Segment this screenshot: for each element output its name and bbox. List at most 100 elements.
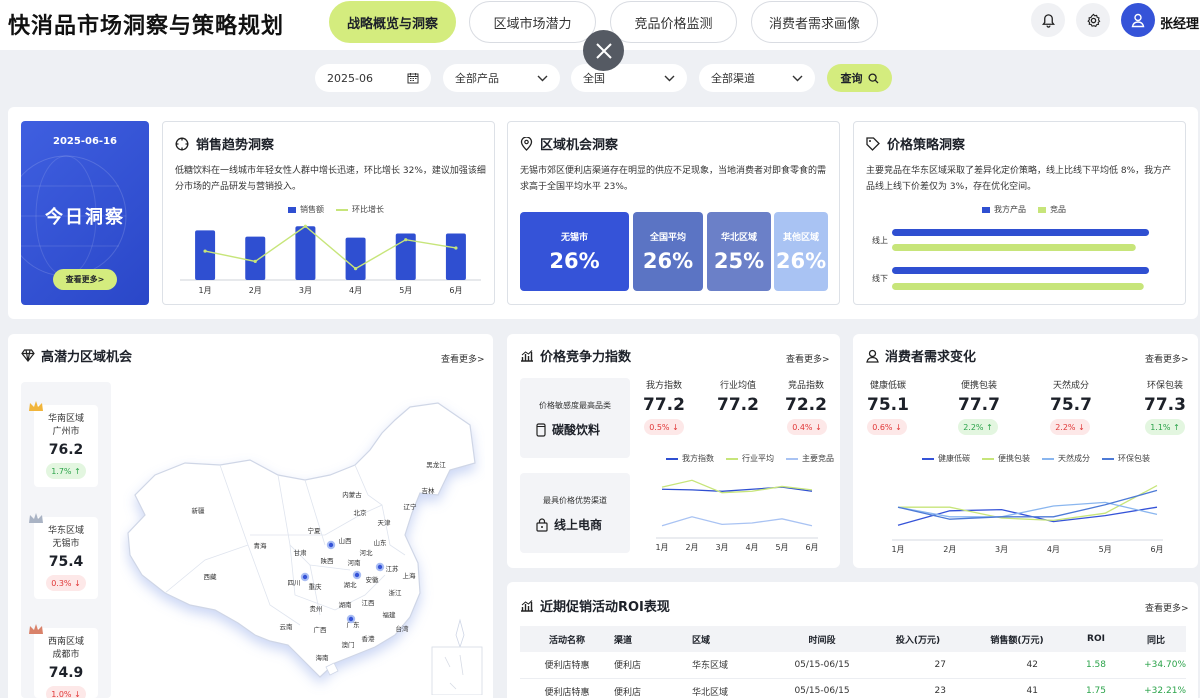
map-province-label: 浙江 <box>389 588 403 597</box>
map-province-label: 山东 <box>374 538 388 547</box>
x-tick-label: 3月 <box>715 543 728 552</box>
app-title: 快消品市场洞察与策略规划 <box>8 14 285 39</box>
map-province-label: 北京 <box>354 508 368 517</box>
location-pin-icon <box>520 136 533 151</box>
high-potential-more-link[interactable]: 查看更多> <box>441 352 485 365</box>
product-select[interactable]: 全部产品 <box>443 64 560 92</box>
chevron-down-icon <box>664 75 675 81</box>
gear-icon <box>1086 13 1100 27</box>
user-icon <box>866 349 879 363</box>
settings-button[interactable] <box>1076 3 1110 37</box>
x-tick-label: 3月 <box>995 545 1008 554</box>
x-tick-label: 3月 <box>299 286 312 295</box>
table-row[interactable]: 便利店特惠 便利店 华东区域 05/15-06/15 27 42 1.58 +3… <box>520 652 1186 679</box>
chevron-down-icon <box>537 75 548 81</box>
sales-trend-card: 销售趋势洞察 低糖饮料在一线城市年轻女性人群中增长迅速，环比增长 32%，建议加… <box>162 121 495 305</box>
user-icon <box>1131 13 1145 28</box>
cell-channel: 便利店 <box>614 652 692 679</box>
rank-score: 75.4 <box>48 554 84 570</box>
region-opportunity-desc: 无锡市郊区便利店渠道存在明显的供应不足现象，当地消费者对即食零食的需求高于全国平… <box>520 166 827 192</box>
sensitive-category-value: 碳酸饮料 <box>536 421 600 438</box>
x-tick-label: 2月 <box>249 286 262 295</box>
today-insight-card: 2025-06-16 今日洞察 查看更多> <box>21 121 149 305</box>
consumer-more-link[interactable]: 查看更多> <box>1145 352 1189 365</box>
query-button[interactable]: 查询 <box>827 64 892 92</box>
roi-more-link[interactable]: 查看更多> <box>1145 601 1189 614</box>
rank-region: 西南区域 <box>47 637 84 647</box>
rank-card-chengdu[interactable]: 西南区域 成都市 74.9 1.0% ↓ <box>29 624 98 698</box>
china-map[interactable]: 黑龙江吉林 内蒙古辽宁北京天津 新疆山西 山东 宁夏河北 青海甘肃陕西 河南江苏上海 西藏四川… <box>120 395 485 695</box>
search-icon <box>867 72 878 83</box>
cell-roi: 1.58 <box>1066 652 1126 679</box>
map-province-label: 新疆 <box>192 506 206 515</box>
rank-region: 华东区域 <box>47 526 84 536</box>
column-header: 区域 <box>692 626 776 652</box>
stat-box-national: 全国平均 26% <box>633 212 703 291</box>
map-province-label: 贵州 <box>310 604 323 613</box>
avatar[interactable] <box>1121 3 1155 37</box>
region-opportunity-title-text: 区域机会洞察 <box>540 138 619 153</box>
x-tick-label: 5月 <box>1099 545 1112 554</box>
rank-card-wuxi[interactable]: 华东区域 无锡市 75.4 0.3% ↓ <box>29 513 98 599</box>
stat-box-north: 华北区域 25% <box>707 212 771 291</box>
x-tick-label: 6月 <box>1150 545 1163 554</box>
x-tick-label: 2月 <box>943 545 956 554</box>
map-province-label: 青海 <box>254 541 268 550</box>
map-province-label: 上海 <box>403 571 417 580</box>
price-bar <box>892 244 1136 251</box>
map-province-label: 云南 <box>280 622 294 631</box>
x-tick-label: 1月 <box>199 286 212 295</box>
product-value: 全部产品 <box>455 72 499 85</box>
sensitive-category-box: 价格敏感度最高品类 碳酸饮料 <box>520 378 630 458</box>
column-header: ROI <box>1066 626 1126 652</box>
tab-consumer-profile[interactable]: 消费者需求画像 <box>751 1 878 43</box>
roi-title: 近期促销活动ROI表现 <box>520 596 670 615</box>
cell-activity: 便利店特惠 <box>520 678 614 698</box>
map-province-label: 内蒙古 <box>342 490 362 499</box>
x-tick-label: 5月 <box>399 286 412 295</box>
price-metric-value: 72.2 <box>785 395 827 415</box>
map-province-label: 湖南 <box>339 600 353 609</box>
price-index-more-link[interactable]: 查看更多> <box>786 352 830 365</box>
map-province-label: 宁夏 <box>308 526 322 535</box>
map-province-label: 天津 <box>378 519 392 527</box>
rank-score: 74.9 <box>48 665 84 681</box>
growth-point <box>454 246 458 250</box>
column-header: 投入(万元) <box>868 626 968 652</box>
column-header: 时间段 <box>776 626 868 652</box>
china-map-outline <box>127 402 476 678</box>
table-row[interactable]: 便利店特惠 便利店 华北区域 05/15-06/15 23 41 1.75 +3… <box>520 678 1186 698</box>
stat-value: 26% <box>549 249 600 273</box>
consumer-metric-change: 1.1% ↑ <box>1145 419 1185 435</box>
price-metric-change: 0.4% ↓ <box>787 419 827 435</box>
consumer-metric-value: 75.7 <box>1050 395 1092 415</box>
region-select[interactable]: 全国 <box>571 64 687 92</box>
region-value: 全国 <box>583 72 605 85</box>
close-icon <box>595 42 612 59</box>
shopping-bag-icon <box>536 517 548 532</box>
rank-change-badge: 0.3% ↓ <box>46 575 86 591</box>
consumer-metric-label: 天然成分 <box>1052 381 1089 391</box>
sales-trend-chart: 1月 2月 3月 4月 5月 6月 <box>180 224 481 295</box>
column-header: 活动名称 <box>520 626 614 652</box>
region-opportunity-title: 区域机会洞察 <box>520 134 618 153</box>
date-picker[interactable]: 2025-06 <box>315 64 431 92</box>
today-more-button[interactable]: 查看更多> <box>53 269 117 290</box>
sales-bar <box>245 236 266 280</box>
map-province-label: 香港 <box>362 634 376 643</box>
price-index-chart: 1月 2月 3月 4月 5月 6月 <box>655 479 819 552</box>
today-title: 今日洞察 <box>45 207 125 228</box>
cell-period: 05/15-06/15 <box>776 678 868 698</box>
tab-strategy-overview[interactable]: 战略概览与洞察 <box>329 1 456 43</box>
x-tick-label: 4月 <box>349 286 362 295</box>
rank-card-guangzhou[interactable]: 华南区域 广州市 76.2 1.7% ↑ <box>29 401 98 487</box>
tab-regional-potential[interactable]: 区域市场潜力 <box>469 1 596 43</box>
channel-select[interactable]: 全部渠道 <box>699 64 815 92</box>
stat-name: 其他区域 <box>782 233 819 243</box>
price-bar <box>892 267 1150 274</box>
close-button[interactable] <box>583 30 624 71</box>
x-tick-label: 4月 <box>1047 545 1060 554</box>
tab-competitor-price[interactable]: 竞品价格监测 <box>610 1 737 43</box>
notification-button[interactable] <box>1031 3 1065 37</box>
y-tick-label: 线上 <box>872 235 888 245</box>
